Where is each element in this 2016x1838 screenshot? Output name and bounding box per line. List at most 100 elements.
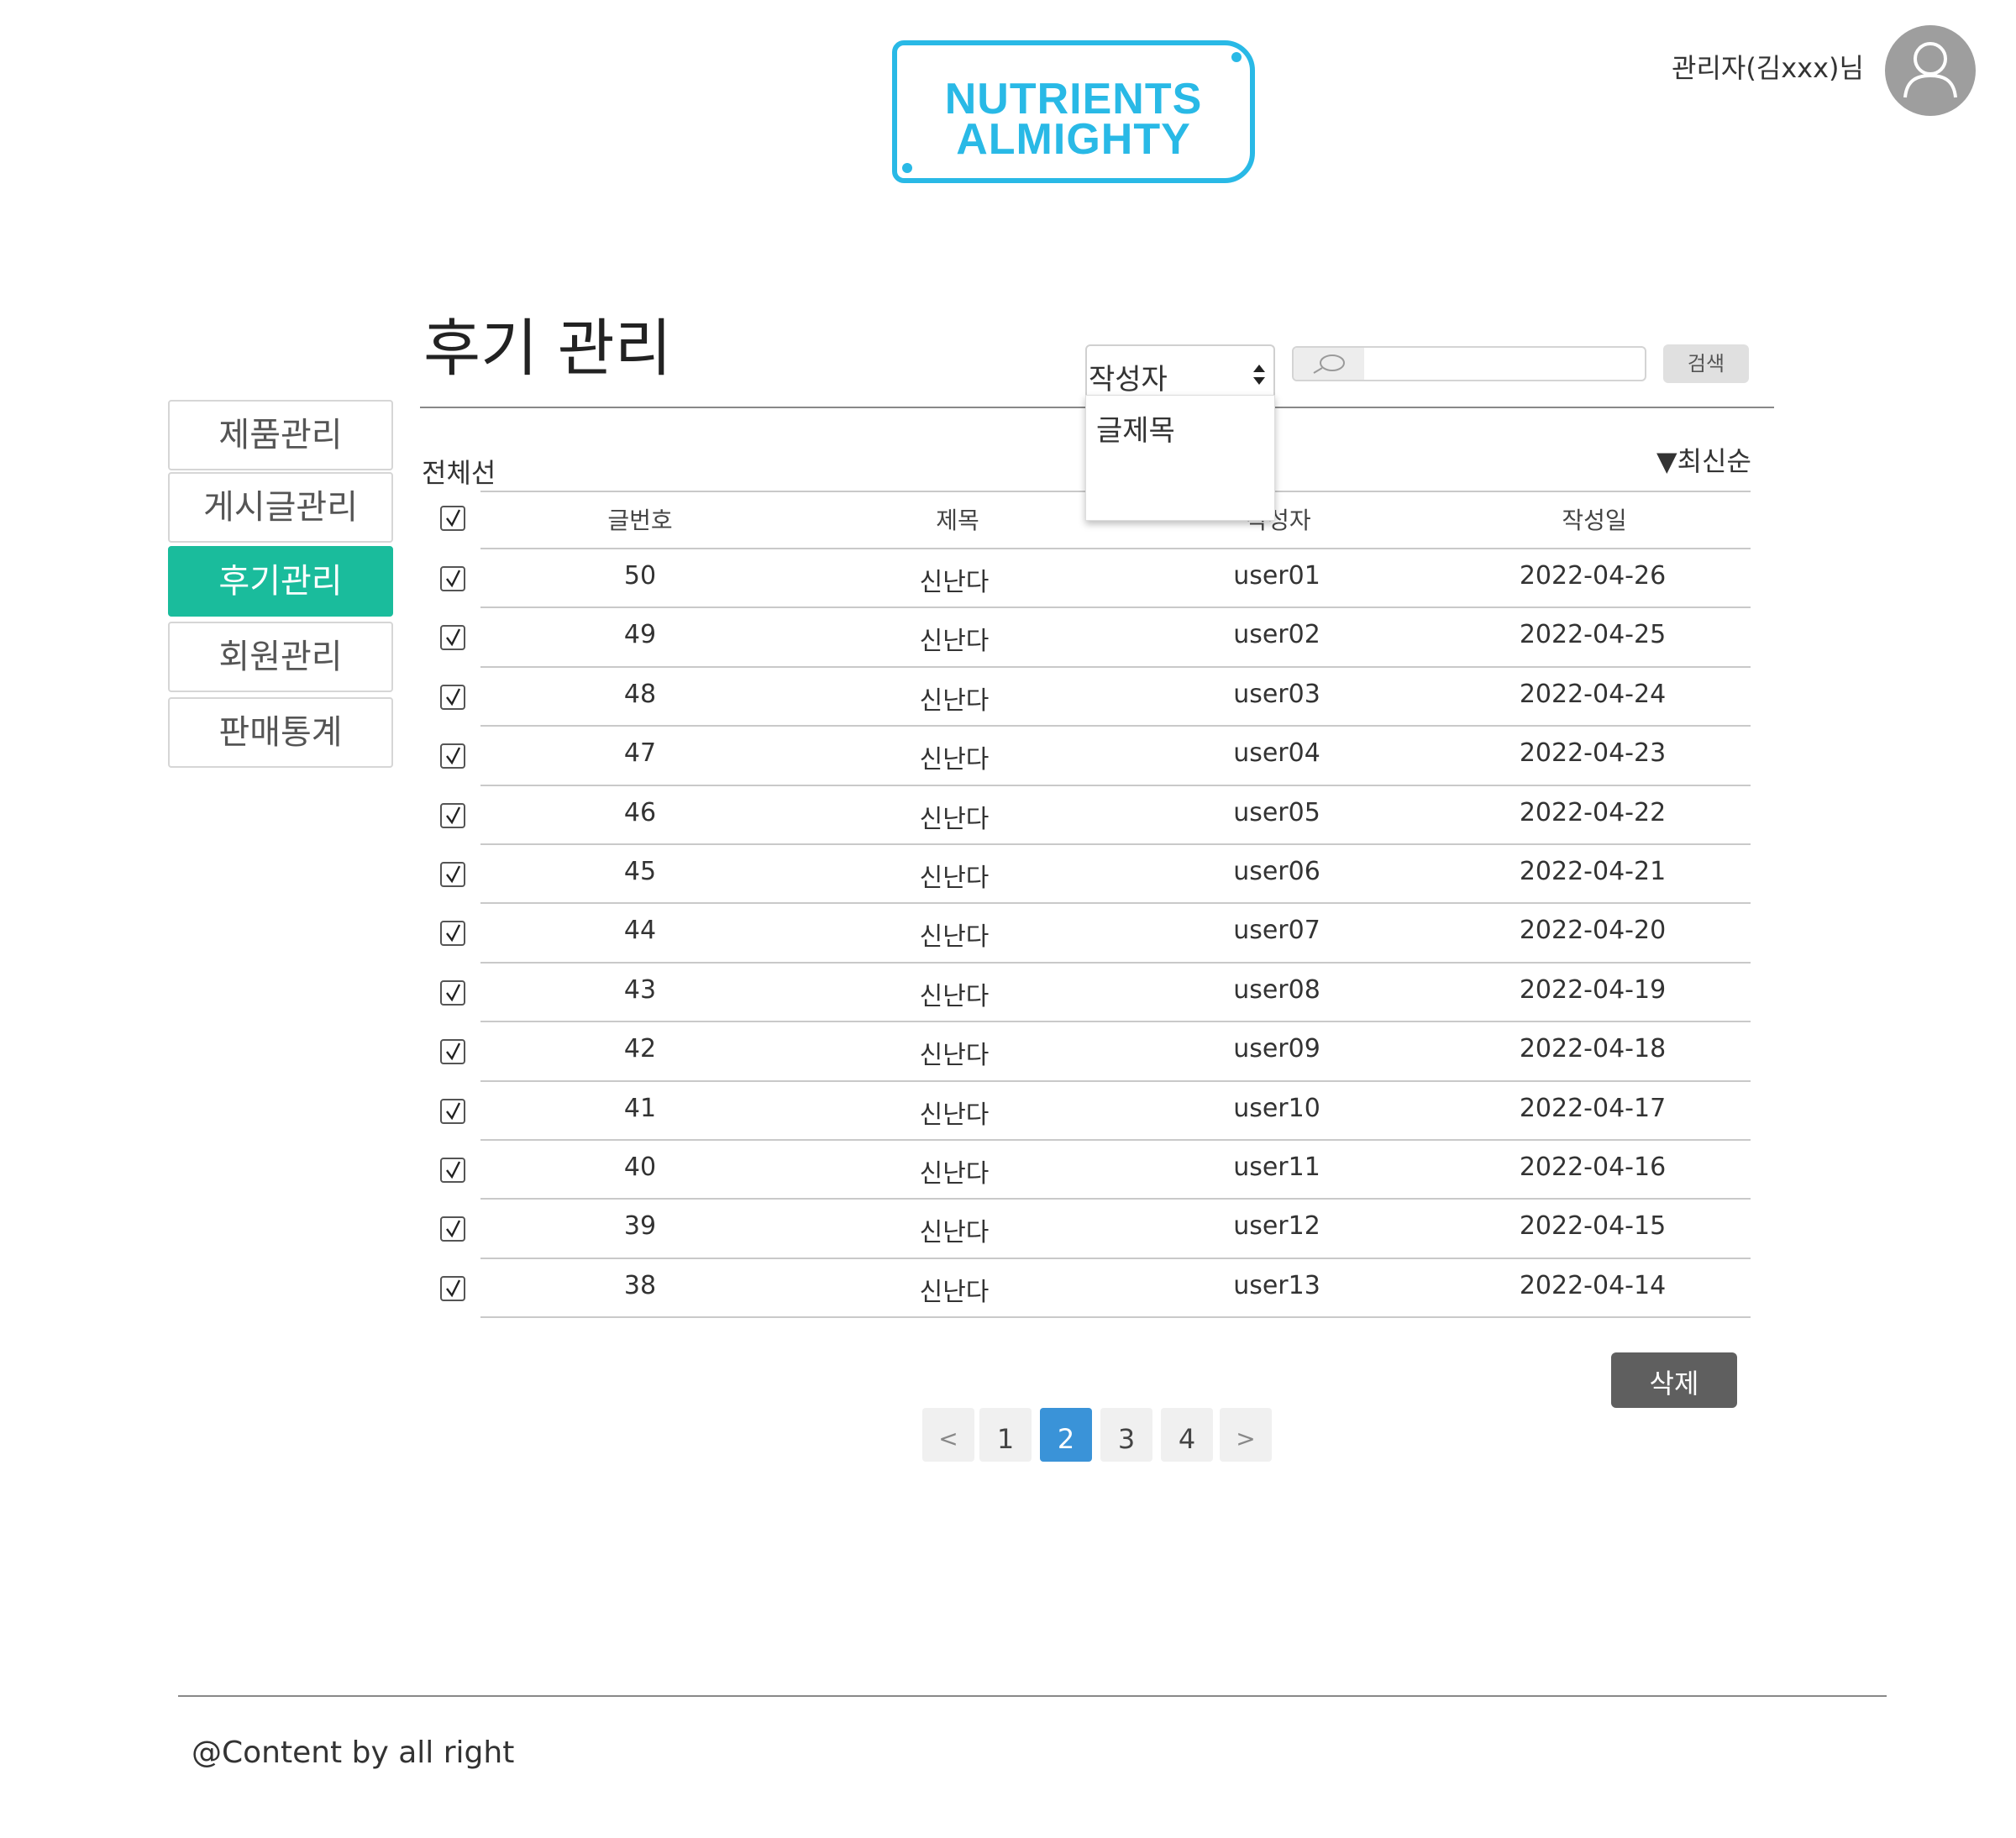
cell-no: 39 <box>623 1211 657 1242</box>
logo-line-2: ALMIGHTY <box>956 115 1191 164</box>
user-avatar-icon[interactable] <box>1885 25 1976 116</box>
delete-button[interactable]: 삭제 <box>1611 1352 1737 1408</box>
cell-author: user09 <box>1233 1034 1320 1064</box>
cell-date: 2022-04-24 <box>1519 679 1667 709</box>
cell-title[interactable]: 신난다 <box>920 798 990 835</box>
search-filter-value: 작성자 <box>1089 363 1168 396</box>
logo-dot <box>902 163 912 173</box>
select-arrows-icon <box>1252 363 1267 390</box>
sort-dropdown[interactable]: ▼최신순 <box>1656 440 1751 479</box>
row-checkbox[interactable] <box>440 743 465 769</box>
row-divider <box>480 785 1751 786</box>
row-checkbox[interactable] <box>440 1158 465 1183</box>
cell-no: 43 <box>623 974 657 1005</box>
cell-title[interactable]: 신난다 <box>920 1153 990 1189</box>
page-button-3[interactable]: 3 <box>1100 1408 1152 1462</box>
cell-title[interactable]: 신난다 <box>920 1034 990 1071</box>
row-checkbox[interactable] <box>440 921 465 947</box>
page-button-4[interactable]: 4 <box>1161 1408 1213 1462</box>
page-button-2[interactable]: 2 <box>1040 1408 1092 1462</box>
cell-date: 2022-04-22 <box>1519 797 1667 827</box>
cell-title[interactable]: 신난다 <box>920 975 990 1012</box>
search-button[interactable]: 검색 <box>1663 344 1749 383</box>
row-divider <box>480 1258 1751 1259</box>
row-checkbox[interactable] <box>440 1275 465 1301</box>
row-divider <box>480 1021 1751 1022</box>
search-filter-dropdown: 글제목 <box>1085 395 1275 521</box>
row-checkbox[interactable] <box>440 1098 465 1124</box>
row-divider <box>480 902 1751 904</box>
row-checkbox[interactable] <box>440 1039 465 1065</box>
cell-date: 2022-04-19 <box>1519 974 1667 1005</box>
cell-no: 48 <box>623 679 657 709</box>
filter-option-title[interactable]: 글제목 <box>1096 407 1175 449</box>
row-divider <box>480 725 1751 727</box>
logo-dot <box>1231 52 1242 62</box>
row-divider <box>480 1316 1751 1318</box>
cell-author: user08 <box>1233 974 1320 1005</box>
cell-title[interactable]: 신난다 <box>920 1094 990 1131</box>
cell-title[interactable]: 신난다 <box>920 561 990 598</box>
cell-date: 2022-04-17 <box>1519 1093 1667 1123</box>
select-all-label[interactable]: 전체선 <box>422 452 496 491</box>
page-button-1[interactable]: 1 <box>979 1408 1032 1462</box>
sidebar-item-posts[interactable]: 게시글관리 <box>168 472 393 543</box>
row-checkbox[interactable] <box>440 802 465 828</box>
row-checkbox[interactable] <box>440 979 465 1006</box>
row-divider <box>480 666 1751 668</box>
cell-title[interactable]: 신난다 <box>920 1271 990 1308</box>
sidebar-item-sales-stats[interactable]: 판매통계 <box>168 697 393 768</box>
cell-date: 2022-04-23 <box>1519 738 1667 769</box>
cell-no: 46 <box>623 797 657 827</box>
page-title: 후기 관리 <box>423 312 672 385</box>
search-filter-select[interactable]: 작성자 <box>1085 344 1275 396</box>
cell-no: 49 <box>623 620 657 650</box>
next-page-button[interactable]: > <box>1220 1408 1272 1462</box>
cell-no: 42 <box>623 1034 657 1064</box>
sidebar-item-reviews[interactable]: 후기관리 <box>168 546 393 617</box>
cell-no: 47 <box>623 738 657 769</box>
cell-title[interactable]: 신난다 <box>920 916 990 953</box>
footer-divider <box>178 1695 1887 1697</box>
row-divider <box>480 1139 1751 1141</box>
row-checkbox[interactable] <box>440 1216 465 1242</box>
cell-title[interactable]: 신난다 <box>920 680 990 717</box>
cell-date: 2022-04-18 <box>1519 1034 1667 1064</box>
row-divider <box>480 607 1751 608</box>
cell-date: 2022-04-14 <box>1519 1270 1667 1300</box>
table-header-rule <box>480 548 1751 549</box>
brand-logo[interactable]: NUTRIENTS ALMIGHTY <box>892 40 1255 183</box>
row-divider <box>480 843 1751 845</box>
cell-author: user10 <box>1233 1093 1320 1123</box>
row-divider <box>480 962 1751 964</box>
cell-title[interactable]: 신난다 <box>920 620 990 657</box>
cell-title[interactable]: 신난다 <box>920 1211 990 1248</box>
sidebar-item-members[interactable]: 회원관리 <box>168 622 393 692</box>
cell-author: user03 <box>1233 679 1320 709</box>
cell-no: 45 <box>623 857 657 886</box>
cell-date: 2022-04-26 <box>1519 561 1667 591</box>
sidebar-item-products[interactable]: 제품관리 <box>168 400 393 470</box>
row-checkbox[interactable] <box>440 566 465 591</box>
cell-author: user04 <box>1233 738 1320 769</box>
select-all-checkbox[interactable] <box>440 506 465 531</box>
row-divider <box>480 1080 1751 1082</box>
row-divider <box>480 1198 1751 1200</box>
row-checkbox[interactable] <box>440 862 465 887</box>
cell-title[interactable]: 신난다 <box>920 738 990 775</box>
cell-author: user12 <box>1233 1211 1320 1242</box>
cell-no: 38 <box>623 1270 657 1300</box>
cell-date: 2022-04-20 <box>1519 916 1667 946</box>
prev-page-button[interactable]: < <box>922 1408 974 1462</box>
row-checkbox[interactable] <box>440 684 465 710</box>
cell-date: 2022-04-25 <box>1519 620 1667 650</box>
search-input[interactable] <box>1292 346 1646 381</box>
cell-title[interactable]: 신난다 <box>920 857 990 894</box>
cell-date: 2022-04-16 <box>1519 1153 1667 1182</box>
cell-author: user01 <box>1233 561 1320 591</box>
cell-date: 2022-04-21 <box>1519 857 1667 886</box>
cell-no: 50 <box>623 561 657 591</box>
row-checkbox[interactable] <box>440 625 465 651</box>
column-header-title: 제목 <box>936 507 979 534</box>
column-header-date: 작성일 <box>1562 507 1627 534</box>
